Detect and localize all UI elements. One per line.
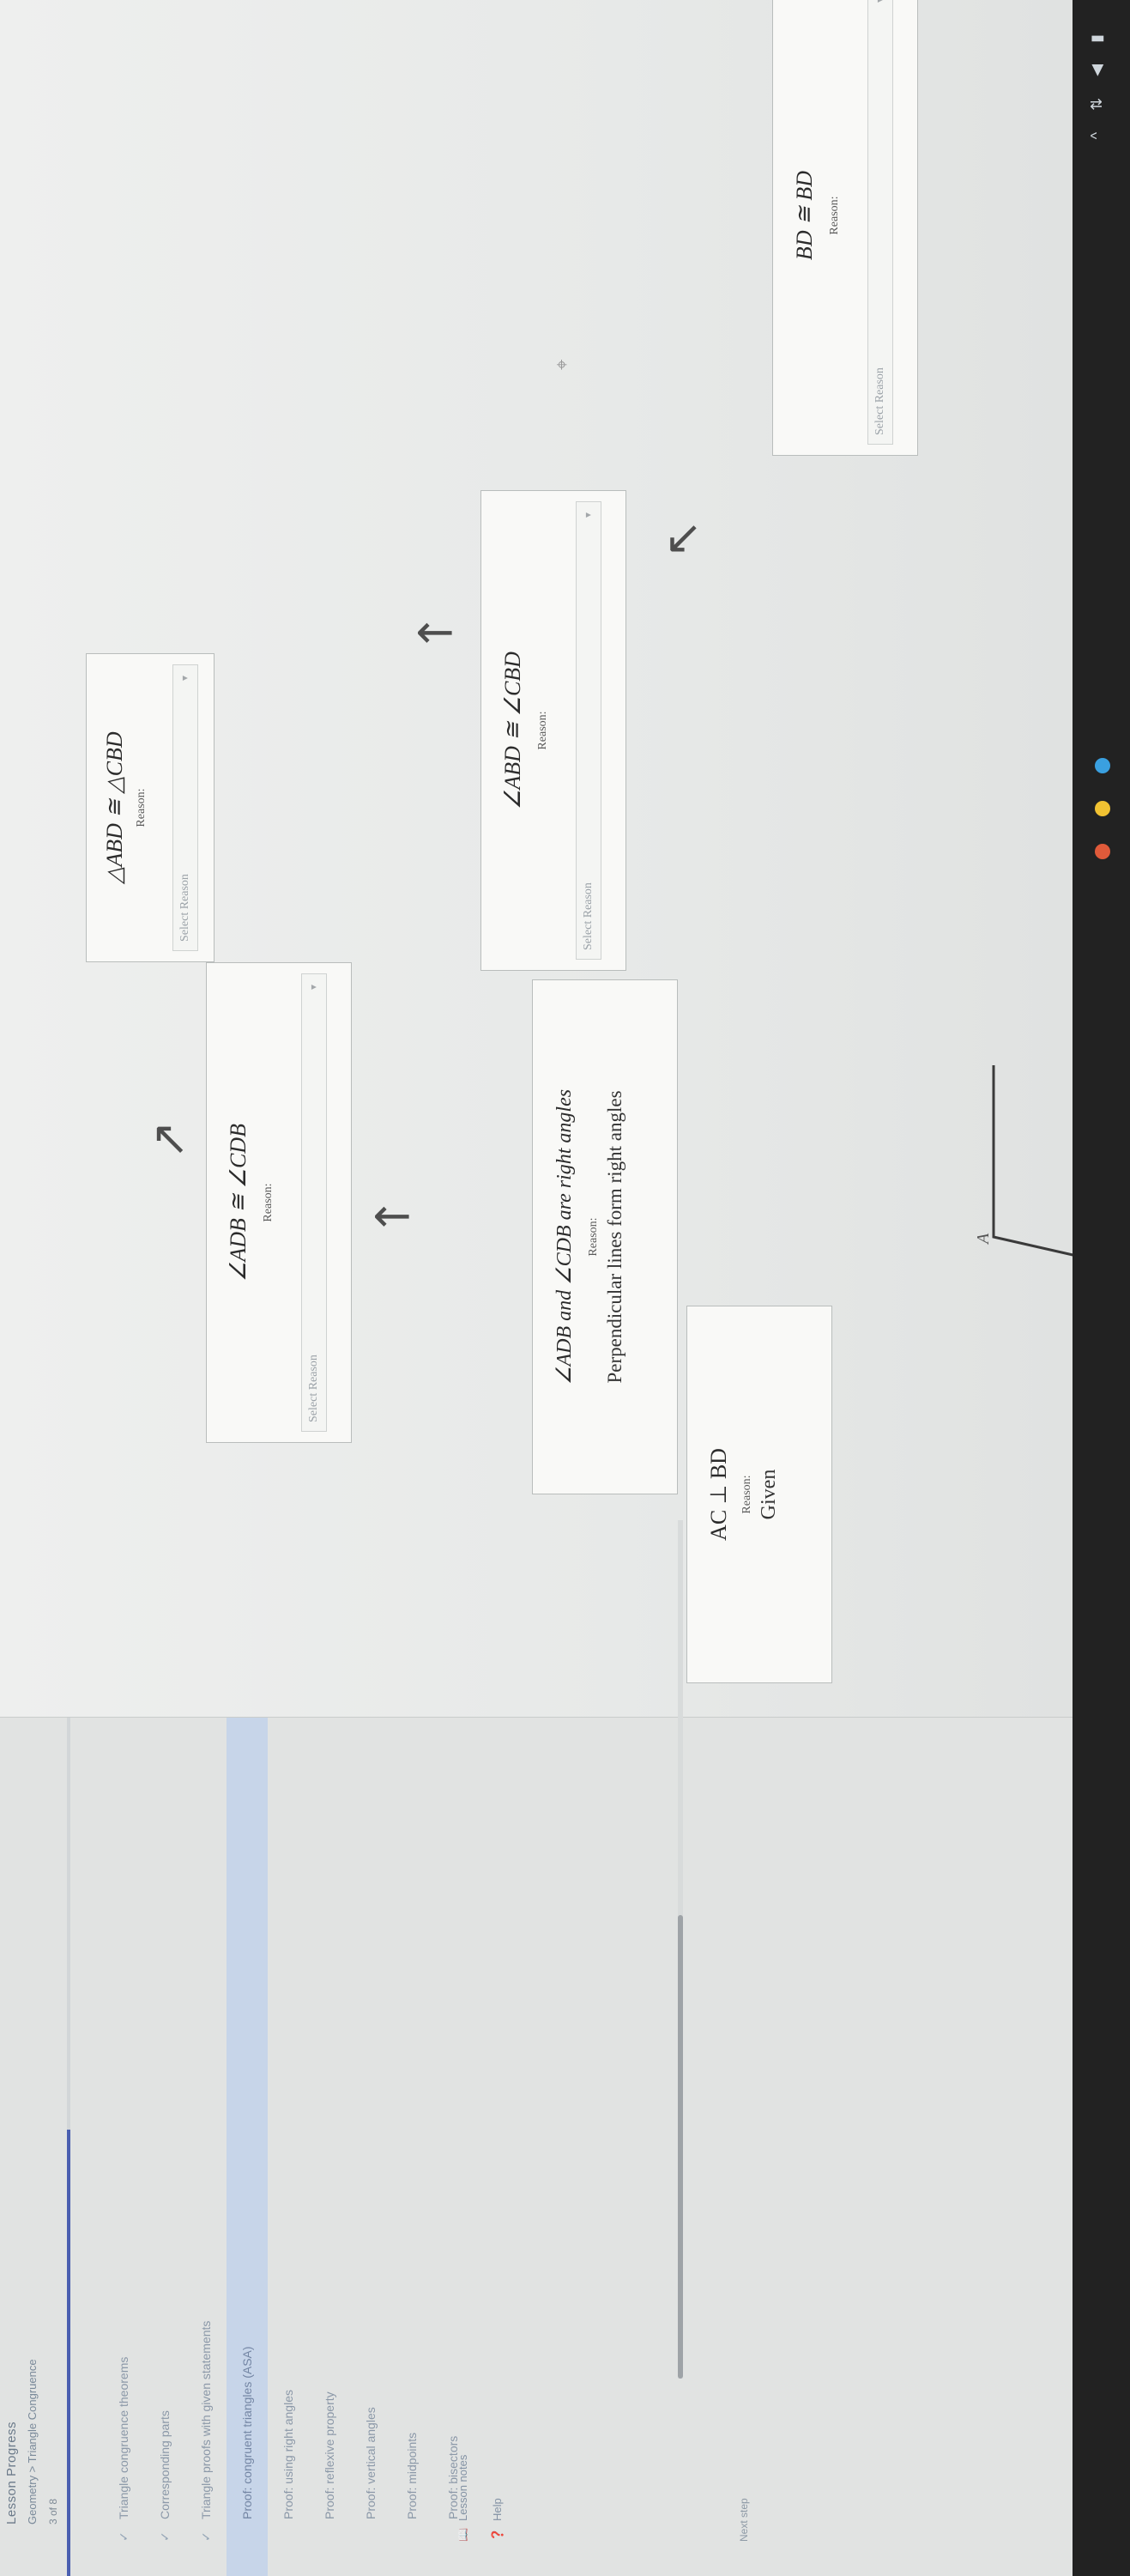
statement-text: AC ⊥ BD <box>706 1448 731 1541</box>
system-tray: ^ ⇅ ◀ ▮ <box>1088 26 1106 139</box>
chevron-down-icon: ▾ <box>582 512 594 518</box>
proof-step-abd-cbd: ∠ABD ≅ ∠CBD Reason: Select Reason ▾ <box>480 490 626 971</box>
arrow-diagonal-icon: → <box>136 1107 202 1174</box>
progress-count: 3 of 8 <box>47 2498 59 2524</box>
breadcrumb: Geometry > Triangle Congruence <box>26 2359 39 2524</box>
select-placeholder: Select Reason <box>178 874 191 942</box>
reason-select[interactable]: Select Reason ▾ <box>301 973 327 1432</box>
app-icon-blue[interactable] <box>1095 758 1110 773</box>
sidebar-links: 📖 Lesson notes ❓ Help <box>446 2455 515 2542</box>
lesson-notes-link[interactable]: 📖 Lesson notes <box>446 2455 480 2542</box>
proof-step-triangles-congruent: △ABD ≅ △CBD Reason: Select Reason ▾ <box>86 653 215 962</box>
question-icon: ❓ <box>491 2527 504 2542</box>
sidebar: Lesson Progress Geometry > Triangle Cong… <box>0 1717 1130 2576</box>
statement-bd-cong-bd: BD ≅ BD <box>792 170 817 261</box>
check-icon: ✓ <box>158 2531 172 2542</box>
reason-given: Given <box>758 1469 780 1520</box>
check-icon: ✓ <box>199 2531 213 2542</box>
lesson-item-2[interactable]: ✓ Corresponding parts <box>144 1718 185 2576</box>
horizontal-scrollbar[interactable] <box>678 1520 683 2379</box>
lesson-item-label: Corresponding parts <box>158 2410 172 2519</box>
check-icon: ✓ <box>117 2531 130 2542</box>
lesson-item-8[interactable]: Proof: midpoints <box>391 1718 432 2576</box>
chevron-down-icon: ▾ <box>307 985 319 991</box>
network-icon[interactable]: ⇅ <box>1088 89 1105 111</box>
proof-step-bd-reflexive: BD ≅ BD Reason: Select Reason ▾ <box>772 0 918 456</box>
select-placeholder: Select Reason <box>307 1355 320 1422</box>
reason-label: Reason: <box>828 196 841 235</box>
vertex-label-a: A <box>974 1233 993 1244</box>
select-placeholder: Select Reason <box>582 882 595 950</box>
reason-select[interactable]: Select Reason ▾ <box>867 0 893 445</box>
select-placeholder: Select Reason <box>873 367 886 435</box>
arrow-down-icon: → <box>415 607 455 662</box>
lesson-item-7[interactable]: Proof: vertical angles <box>350 1718 391 2576</box>
help-link[interactable]: ❓ Help <box>480 2455 515 2542</box>
lesson-item-label: Proof: midpoints <box>405 2432 419 2519</box>
reason-label: Reason: <box>740 1475 753 1514</box>
statement-triangles-congruent: △ABD ≅ △CBD <box>102 731 127 884</box>
lesson-item-6[interactable]: Proof: reflexive property <box>309 1718 350 2576</box>
proof-step-given: AC ⊥ BD Reason: Given <box>686 1306 832 1683</box>
reason-perpendicular: Perpendicular lines form right angles <box>604 1090 625 1384</box>
reason-label: Reason: <box>536 711 549 750</box>
app-window: Lesson Progress Geometry > Triangle Cong… <box>0 0 1130 2576</box>
statement-adb-cong-cdb: ∠ADB ≅ ∠CDB <box>226 1124 251 1282</box>
lesson-item-9[interactable]: Proof: bisectors <box>432 1718 474 2576</box>
lesson-item-label: Proof: vertical angles <box>364 2407 378 2519</box>
arrow-down-icon: → <box>372 1191 412 1246</box>
lesson-list: ✓ Triangle congruence theorems ✓ Correspon… <box>103 1718 474 2576</box>
lesson-item-5[interactable]: Proof: using right angles <box>268 1718 309 2576</box>
statement-right-angles: ∠ADB and ∠CDB are right angles <box>553 1088 576 1385</box>
reason-select[interactable]: Select Reason ▾ <box>576 501 601 960</box>
lesson-item-label: Triangle congruence theorems <box>117 2356 130 2519</box>
scrollbar-thumb[interactable] <box>678 1915 683 2379</box>
lesson-item-1[interactable]: ✓ Triangle congruence theorems <box>103 1718 144 2576</box>
chevron-down-icon: ▾ <box>873 0 885 3</box>
help-label: Help <box>491 2498 504 2521</box>
lesson-item-label: Proof: congruent triangles (ASA) <box>240 2346 254 2519</box>
cursor-icon: ⌖ <box>551 359 572 370</box>
volume-icon[interactable]: ◀ <box>1088 56 1105 76</box>
reason-label: Reason: <box>587 1217 600 1257</box>
chevron-down-icon: ▾ <box>178 676 190 682</box>
progress-fill <box>67 2130 70 2576</box>
reason-label: Reason: <box>262 1183 275 1222</box>
app-icon-yellow[interactable] <box>1095 801 1110 816</box>
statement-ac-perp-bd: AC ⊥ BD <box>706 1306 732 1682</box>
proof-step-right-angles: ∠ADB and ∠CDB are right angles Reason: P… <box>532 979 678 1494</box>
lesson-item-4-active[interactable]: Proof: congruent triangles (ASA) <box>227 1718 268 2576</box>
lesson-item-label: Proof: using right angles <box>281 2390 295 2519</box>
arrow-diagonal-icon: → <box>651 506 717 573</box>
reason-select[interactable]: Select Reason ▾ <box>172 664 198 951</box>
lesson-item-label: Proof: reflexive property <box>323 2391 336 2519</box>
book-icon: 📖 <box>456 2527 469 2542</box>
taskbar: ^ ⇅ ◀ ▮ <box>1073 0 1130 2576</box>
reason-label: Reason: <box>135 788 148 827</box>
next-step-link[interactable]: Next step <box>738 2498 750 2542</box>
battery-icon[interactable]: ▮ <box>1088 26 1105 43</box>
lesson-item-label: Triangle proofs with given statements <box>199 2320 213 2519</box>
lesson-item-3[interactable]: ✓ Triangle proofs with given statements <box>185 1718 227 2576</box>
progress-bar <box>67 1718 70 2576</box>
sidebar-title: Lesson Progress <box>4 2421 19 2524</box>
proof-step-adb-cdb: ∠ADB ≅ ∠CDB Reason: Select Reason ▾ <box>206 962 352 1443</box>
chevron-up-icon[interactable]: ^ <box>1088 124 1105 139</box>
lesson-notes-label: Lesson notes <box>456 2454 469 2521</box>
app-icon-red[interactable] <box>1095 844 1110 859</box>
statement-abd-cong-cbd: ∠ABD ≅ ∠CBD <box>500 652 525 809</box>
